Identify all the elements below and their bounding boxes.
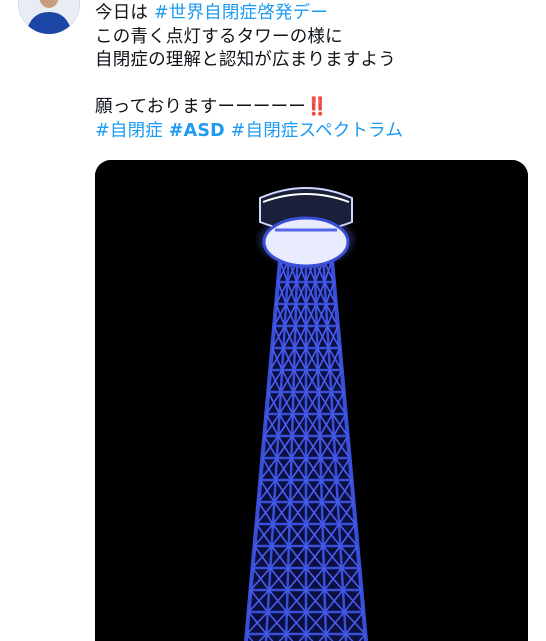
hashtag-link[interactable]: #ASD — [169, 121, 225, 141]
tweet-text-line: 自閉症の理解と認知が広まりますよう — [95, 49, 535, 73]
tweet-text-segment: 自閉症の理解と認知が広まりますよう — [95, 50, 396, 70]
tweet-text-segment: この青く点灯するタワーの様に — [95, 26, 343, 47]
tweet-text-line: #自閉症 #ASD #自閉症スペクトラム — [95, 120, 535, 144]
tweet-text-line: この青く点灯するタワーの様に — [95, 26, 535, 50]
hashtag-link[interactable]: #自閉症 — [95, 121, 163, 141]
tweet-text: 今日は #世界自閉症啓発デー この青く点灯するタワーの様に 自閉症の理解と認知が広ま… — [95, 2, 535, 143]
tower-image — [95, 160, 528, 641]
tweet-text-line: 今日は #世界自閉症啓発デー — [95, 2, 535, 26]
avatar-icon — [18, 0, 80, 34]
tweet-text-segment: 今日は — [95, 3, 154, 23]
tweet: 今日は #世界自閉症啓発デー この青く点灯するタワーの様に 自閉症の理解と認知が広ま… — [0, 0, 546, 641]
hashtag-link[interactable]: #世界自閉症啓発デー — [154, 3, 328, 23]
double-exclamation-emoji: ‼️ — [306, 97, 328, 117]
user-avatar[interactable] — [18, 0, 80, 34]
hashtag-link[interactable]: #自閉症スペクトラム — [231, 121, 403, 141]
tweet-text-line: 願っておりますーーーーー‼️ — [95, 96, 535, 120]
tweet-text-segment: 願っておりますーーーーー — [95, 97, 306, 117]
tweet-media-image[interactable] — [95, 160, 528, 641]
